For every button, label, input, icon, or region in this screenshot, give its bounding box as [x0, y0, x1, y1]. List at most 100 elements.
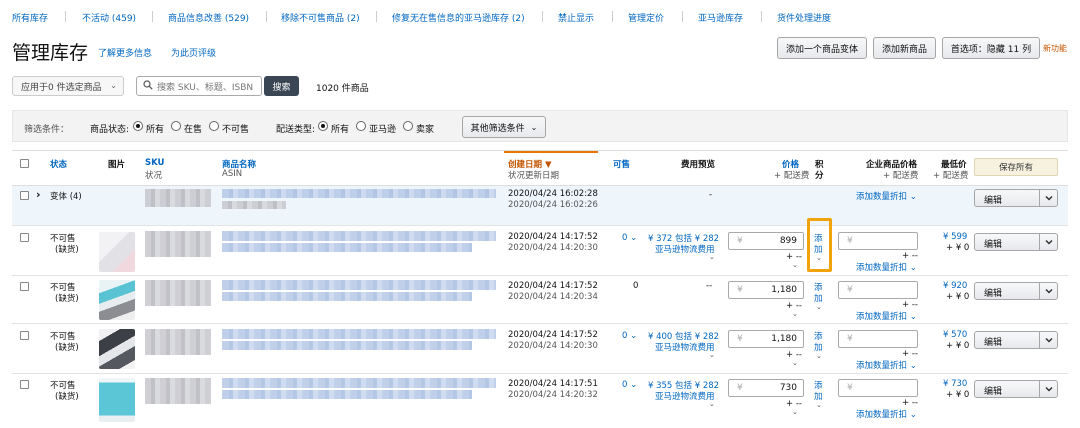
product-name-redacted[interactable] — [222, 390, 472, 399]
chevron-down-icon[interactable]: ⌄ — [792, 310, 798, 318]
product-name-redacted[interactable] — [222, 189, 496, 198]
header-status[interactable]: 状态 — [50, 158, 67, 170]
bulk-discount-link[interactable]: 添加数量折扣 ⌄ — [856, 359, 917, 371]
business-price-input[interactable]: ¥ — [838, 379, 918, 397]
edit-divider — [1039, 234, 1040, 250]
chevron-down-icon[interactable]: ⌄ — [709, 253, 715, 261]
lowest-price[interactable]: ¥ 599 — [943, 232, 967, 242]
product-image[interactable] — [99, 280, 135, 320]
nav-inactive[interactable]: 不活动 (459) — [82, 11, 136, 24]
bulk-action-select[interactable]: 应用于0 件选定商品 ⌄ — [12, 76, 124, 96]
available-qty[interactable]: 0 ⌄ — [622, 233, 637, 243]
add-product-button[interactable]: 添加新商品 — [873, 37, 936, 59]
save-all-button[interactable]: 保存所有 — [974, 158, 1058, 176]
chevron-down-icon[interactable] — [1043, 334, 1055, 346]
chevron-down-icon[interactable]: ⌄ — [816, 352, 822, 360]
fee-label[interactable]: 亚马逊物流费用 — [655, 341, 715, 353]
learn-more-link[interactable]: 了解更多信息 — [98, 46, 152, 59]
chevron-down-icon[interactable]: ⌄ — [792, 261, 798, 269]
status-radio-active[interactable] — [171, 121, 181, 131]
edit-button[interactable]: 编辑 — [974, 282, 1058, 300]
expand-chevron-icon[interactable]: › — [36, 188, 41, 201]
product-name-redacted[interactable] — [222, 280, 496, 290]
fee-label[interactable]: 亚马逊物流费用 — [655, 390, 715, 402]
price-input[interactable]: ¥ 1,180 — [728, 281, 804, 299]
nav-remove-unsellable[interactable]: 移除不可售商品 (2) — [281, 11, 360, 24]
row-checkbox[interactable] — [20, 331, 29, 340]
fulfillment-radio-all[interactable] — [318, 121, 328, 131]
header-sku[interactable]: SKU — [145, 158, 164, 168]
status-filter-label: 商品状态: — [90, 125, 130, 135]
row-checkbox[interactable] — [20, 282, 29, 291]
chevron-down-icon[interactable] — [1043, 192, 1055, 204]
product-name-redacted[interactable] — [222, 341, 472, 350]
chevron-down-icon[interactable] — [1043, 383, 1055, 395]
chevron-down-icon[interactable] — [1043, 285, 1055, 297]
status-sub: (缺货) — [55, 343, 79, 353]
product-name-redacted[interactable] — [222, 378, 496, 388]
row-checkbox[interactable] — [20, 191, 29, 200]
product-image[interactable] — [99, 378, 135, 422]
bulk-discount-link[interactable]: 添加数量折扣 ⌄ — [856, 408, 917, 420]
row-checkbox[interactable] — [20, 233, 29, 242]
product-name-redacted[interactable] — [222, 231, 496, 241]
fulfillment-radio-amazon[interactable] — [356, 121, 366, 131]
nav-manage-pricing[interactable]: 管理定价 — [628, 11, 664, 24]
business-shipping: + -- — [902, 349, 918, 359]
row-checkbox[interactable] — [20, 380, 29, 389]
status-radio-all[interactable] — [133, 121, 143, 131]
edit-button[interactable]: 编辑 — [974, 233, 1058, 251]
preferences-button[interactable]: 首选项：隐藏 11 列 — [942, 37, 1040, 59]
product-name-redacted[interactable] — [222, 329, 496, 339]
edit-divider — [1039, 332, 1040, 348]
price-input[interactable]: ¥ 899 — [728, 232, 804, 250]
nav-fix-stranded[interactable]: 修复无在售信息的亚马逊库存 (2) — [392, 11, 525, 24]
nav-amazon-inventory[interactable]: 亚马逊库存 — [698, 11, 743, 24]
sku-redacted — [145, 378, 211, 404]
nav-shipment-progress[interactable]: 货件处理进度 — [777, 11, 831, 24]
rate-page-link[interactable]: 为此页评级 — [171, 46, 216, 59]
product-name-redacted[interactable] — [222, 243, 472, 252]
chevron-down-icon[interactable]: ⌄ — [709, 400, 715, 408]
chevron-down-icon[interactable]: ⌄ — [816, 303, 822, 311]
bulk-discount-link[interactable]: 添加数量折扣 ⌄ — [856, 190, 917, 202]
price-input[interactable]: ¥ 1,180 — [728, 330, 804, 348]
chevron-down-icon[interactable]: ⌄ — [816, 401, 822, 409]
product-name-redacted[interactable] — [222, 292, 472, 301]
business-price-input[interactable]: ¥ — [838, 330, 918, 348]
lowest-price[interactable]: ¥ 730 — [943, 379, 967, 389]
bulk-discount-link[interactable]: 添加数量折扣 ⌄ — [856, 310, 917, 322]
status-radio-unsellable[interactable] — [209, 121, 219, 131]
lowest-price[interactable]: ¥ 570 — [943, 330, 967, 340]
edit-button[interactable]: 编辑 — [974, 380, 1058, 398]
created-date: 2020/04/24 14:17:51 — [508, 379, 598, 389]
header-lowest-sub: + 配送费 — [933, 171, 969, 181]
header-price-sub: + 配送费 — [774, 171, 810, 181]
available-qty[interactable]: 0 ⌄ — [622, 380, 637, 390]
product-image[interactable] — [99, 232, 135, 272]
price-input[interactable]: ¥ 730 — [728, 379, 804, 397]
nav-all-inventory[interactable]: 所有库存 — [12, 11, 48, 24]
chevron-down-icon[interactable] — [1043, 236, 1055, 248]
add-variation-button[interactable]: 添加一个商品变体 — [777, 37, 867, 59]
lowest-price[interactable]: ¥ 920 — [943, 281, 967, 291]
fee-label[interactable]: 亚马逊物流费用 — [655, 243, 715, 255]
available-qty[interactable]: 0 ⌄ — [622, 331, 637, 341]
business-price-input[interactable]: ¥ — [838, 281, 918, 299]
edit-button[interactable]: 编辑 — [974, 331, 1058, 349]
edit-button[interactable]: 编辑 — [974, 189, 1058, 207]
search-button[interactable]: 搜索 — [264, 76, 299, 96]
chevron-down-icon[interactable]: ⌄ — [709, 351, 715, 359]
nav-suppressed[interactable]: 禁止显示 — [558, 11, 594, 24]
product-image[interactable] — [99, 329, 135, 369]
fulfillment-radio-merchant[interactable] — [403, 121, 413, 131]
business-price-input[interactable]: ¥ — [838, 232, 918, 250]
chevron-down-icon[interactable]: ⌄ — [792, 359, 798, 367]
more-filters-button[interactable]: 其他筛选条件 ⌄ — [462, 116, 546, 138]
nav-listing-improve[interactable]: 商品信息改善 (529) — [168, 11, 249, 24]
chevron-down-icon[interactable]: ⌄ — [792, 408, 798, 416]
select-all-checkbox[interactable] — [20, 159, 29, 168]
header-available[interactable]: 可售 — [613, 158, 630, 170]
search-input[interactable]: 搜索 SKU、标题、ISBN — [136, 76, 262, 96]
bulk-discount-link[interactable]: 添加数量折扣 ⌄ — [856, 261, 917, 273]
